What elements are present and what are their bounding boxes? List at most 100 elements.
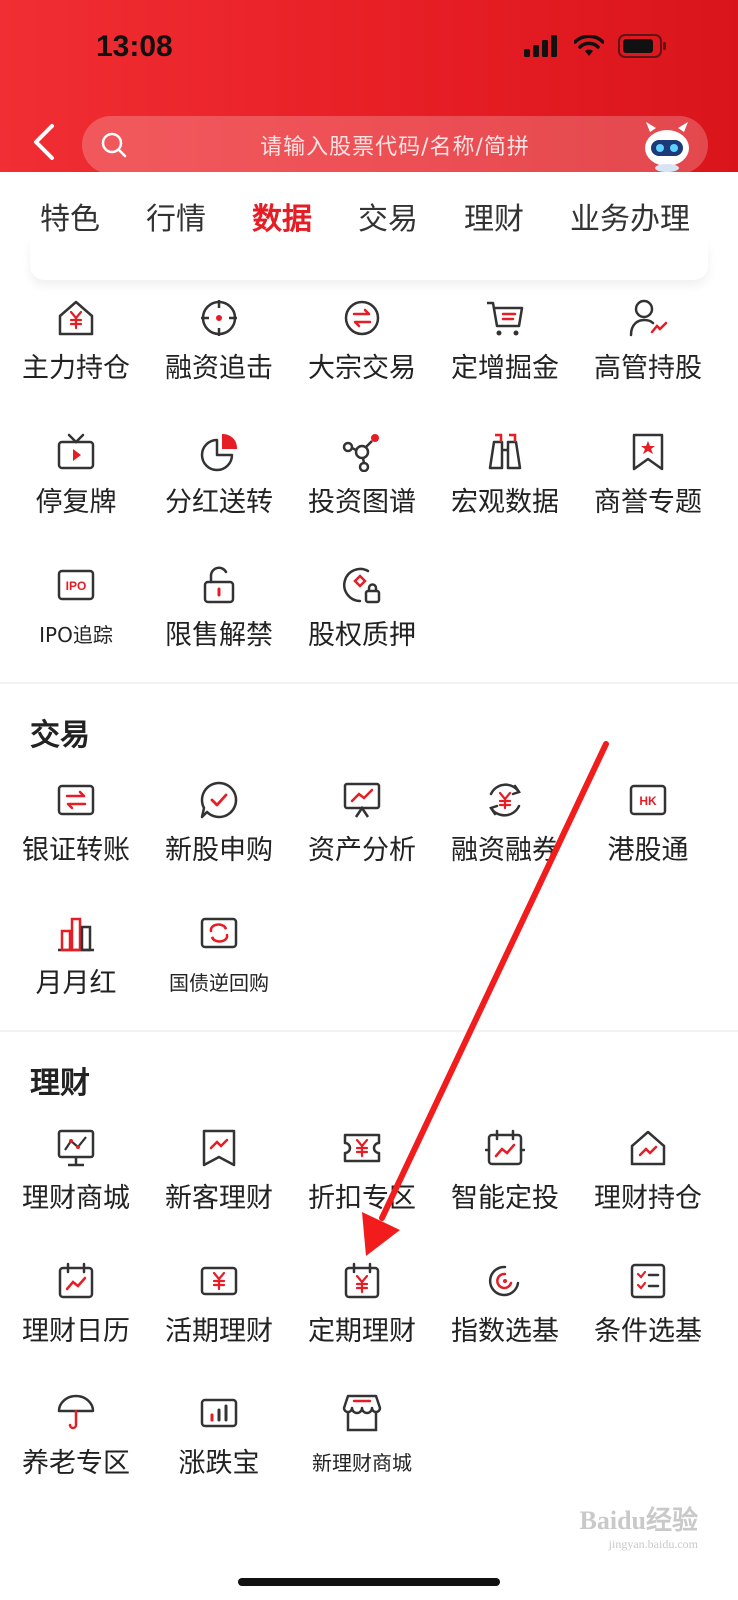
grid-item-label: 大宗交易 xyxy=(308,353,416,384)
section-divider xyxy=(0,682,738,684)
tab-featured[interactable]: 特色 xyxy=(40,194,100,238)
grid-item-fixed-term-finance[interactable]: 定期理财 xyxy=(289,1261,435,1371)
grid-item-index-fund[interactable]: 指数选基 xyxy=(432,1261,578,1371)
grid-item-ipo-subscribe[interactable]: 新股申购 xyxy=(146,780,292,890)
grid-item-label: 资产分析 xyxy=(308,835,416,866)
tab-data[interactable]: 数据 xyxy=(252,194,312,238)
wifi-icon xyxy=(574,35,604,56)
calendar-chart-icon xyxy=(485,1129,525,1166)
repo-cycle-icon xyxy=(200,917,238,949)
grid-item-asset-analysis[interactable]: 资产分析 xyxy=(289,780,435,890)
bookmark-star-icon xyxy=(632,433,664,471)
binoculars-icon xyxy=(488,433,522,470)
grid-item-label: 主力持仓 xyxy=(22,353,130,384)
grid-item-label: 新理财商城 xyxy=(312,1451,412,1475)
grid-item-finance-holdings[interactable]: 理财持仓 xyxy=(575,1128,721,1238)
grid-item-pension-zone[interactable]: 养老专区 xyxy=(3,1393,149,1503)
grid-item-finance-mall[interactable]: 理财商城 xyxy=(3,1128,149,1238)
grid-item-executive-holdings[interactable]: 高管持股 xyxy=(575,298,721,408)
grid-item-label: 指数选基 xyxy=(451,1316,559,1347)
grid-item-label: IPO追踪 xyxy=(39,623,113,647)
grid-item-dividends[interactable]: 分红送转 xyxy=(146,432,292,542)
grid-item-equity-pledge[interactable]: 股权质押 xyxy=(289,565,435,675)
calendar-trend-icon xyxy=(58,1262,94,1299)
tab-finance[interactable]: 理财 xyxy=(464,194,524,238)
search-placeholder: 请输入股票代码/名称/简拼 xyxy=(260,135,530,160)
exchange-icon xyxy=(344,300,380,336)
grid-item-new-customer[interactable]: 新客理财 xyxy=(146,1128,292,1238)
grid-item-bank-transfer[interactable]: 银证转账 xyxy=(3,780,149,890)
home-indicator[interactable] xyxy=(238,1578,500,1586)
baidu-watermark: Baidu经验 jingyan.baidu.com xyxy=(580,1500,699,1552)
status-icons xyxy=(524,34,668,58)
grid-item-rise-fall-treasure[interactable]: 涨跌宝 xyxy=(146,1393,292,1503)
swirl-icon xyxy=(488,1265,520,1297)
grid-item-discount-zone[interactable]: 折扣专区 xyxy=(289,1128,435,1238)
back-arrow-icon[interactable] xyxy=(26,122,66,162)
grid-item-label: 理财持仓 xyxy=(594,1183,702,1214)
person-chart-icon xyxy=(629,299,668,337)
grid-item-main-holdings[interactable]: 主力持仓 xyxy=(3,298,149,408)
grid-item-label: 分红送转 xyxy=(165,487,273,518)
tab-market[interactable]: 行情 xyxy=(146,194,206,238)
watermark-sub: jingyan.baidu.com xyxy=(608,1537,698,1551)
section-divider xyxy=(0,1030,738,1032)
search-bar[interactable]: 请输入股票代码/名称/简拼 xyxy=(82,116,708,174)
grid-item-label: 理财日历 xyxy=(22,1316,130,1347)
umbrella-icon xyxy=(57,1394,95,1430)
grid-item-hk-connect[interactable]: HK 港股通 xyxy=(575,780,721,890)
grid-item-macro-data[interactable]: 宏观数据 xyxy=(432,432,578,542)
ipo-icon: IPO xyxy=(57,569,95,601)
tab-trade[interactable]: 交易 xyxy=(358,194,418,238)
scrolled-card-edge xyxy=(30,240,708,280)
grid-item-label: 商誉专题 xyxy=(594,487,702,518)
grid-item-label: 定期理财 xyxy=(308,1316,416,1347)
grid-item-smart-investment[interactable]: 智能定投 xyxy=(432,1128,578,1238)
grid-item-monthly-red[interactable]: 月月红 xyxy=(3,913,149,1023)
grid-item-label: 银证转账 xyxy=(22,835,130,866)
grid-item-label: 智能定投 xyxy=(451,1183,559,1214)
chat-check-icon xyxy=(200,781,238,819)
grid-item-new-finance-mall[interactable]: 新理财商城 xyxy=(289,1393,435,1503)
grid-item-label: 定增掘金 xyxy=(451,353,559,384)
grid-item-demand-finance[interactable]: 活期理财 xyxy=(146,1261,292,1371)
grid-item-ipo-tracking[interactable]: IPO IPO追踪 xyxy=(3,565,149,675)
grid-item-label: 理财商城 xyxy=(22,1183,130,1214)
grid-item-goodwill[interactable]: 商誉专题 xyxy=(575,432,721,542)
house-chart-icon xyxy=(630,1130,666,1166)
grid-item-label: 融资追击 xyxy=(165,353,273,384)
grid-item-label: 融资融券 xyxy=(451,835,559,866)
grid-item-condition-fund[interactable]: 条件选基 xyxy=(575,1261,721,1371)
grid-item-lockup-release[interactable]: 限售解禁 xyxy=(146,565,292,675)
signal-icon xyxy=(524,35,557,57)
grid-item-label: 条件选基 xyxy=(594,1316,702,1347)
svg-text:IPO: IPO xyxy=(66,579,87,593)
grid-item-margin-chase[interactable]: 融资追击 xyxy=(146,298,292,408)
grid-item-private-placement[interactable]: 定增掘金 xyxy=(432,298,578,408)
checklist-icon xyxy=(630,1263,666,1299)
grid-item-label: 活期理财 xyxy=(165,1316,273,1347)
grid-item-reverse-repo[interactable]: 国债逆回购 xyxy=(146,913,292,1023)
tv-play-icon xyxy=(57,433,95,470)
grid-item-label: 股权质押 xyxy=(308,620,416,651)
grid-item-label: 停复牌 xyxy=(35,487,117,518)
section-title-trade: 交易 xyxy=(30,718,90,753)
grid-item-investment-graph[interactable]: 投资图谱 xyxy=(289,432,435,542)
grid-item-finance-calendar[interactable]: 理财日历 xyxy=(3,1261,149,1371)
pledge-lock-icon xyxy=(343,567,381,604)
presentation-chart-icon xyxy=(343,782,381,818)
monitor-chart-icon xyxy=(57,1129,95,1167)
watermark-text: Baidu经验 xyxy=(579,1506,699,1535)
cart-icon xyxy=(487,301,524,336)
robot-assistant-icon[interactable] xyxy=(640,118,694,172)
grid-item-margin-trading[interactable]: 融资融券 xyxy=(432,780,578,890)
status-time: 13:08 xyxy=(96,30,173,63)
grid-item-label: 月月红 xyxy=(35,968,117,999)
grid-item-label: 国债逆回购 xyxy=(169,971,269,995)
grid-item-suspension[interactable]: 停复牌 xyxy=(3,432,149,542)
grid-item-block-trade[interactable]: 大宗交易 xyxy=(289,298,435,408)
tab-services[interactable]: 业务办理 xyxy=(570,194,690,238)
bookmark-chart-icon xyxy=(202,1129,236,1167)
pie-chart-icon xyxy=(200,433,238,472)
bar-box-icon xyxy=(200,1398,238,1428)
